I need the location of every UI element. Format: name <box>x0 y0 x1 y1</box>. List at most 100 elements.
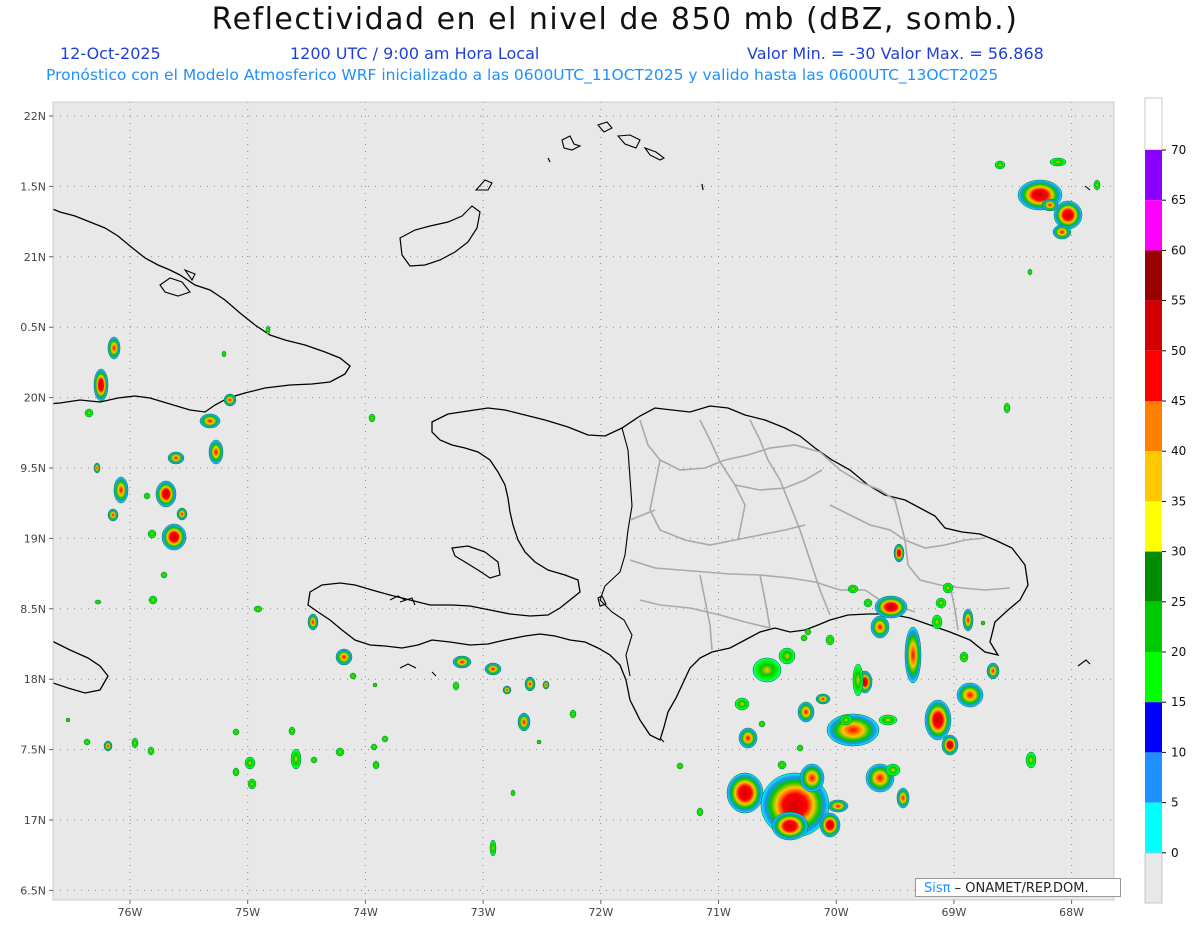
lat-tick-label: 7.5N <box>20 744 46 757</box>
reflectivity-cell <box>569 709 577 719</box>
reflectivity-cell <box>265 325 271 335</box>
colorbar: 7065605550454035302520151050 <box>1144 97 1186 904</box>
colorbar-label: 5 <box>1171 796 1179 810</box>
reflectivity-cell <box>148 595 158 605</box>
reflectivity-cell <box>131 737 139 749</box>
lat-tick-label: 21N <box>24 251 46 264</box>
reflectivity-cell <box>839 714 853 726</box>
reflectivity-cell <box>904 626 922 684</box>
reflectivity-cell <box>452 681 460 691</box>
lat-tick-label: 0.5N <box>20 321 46 334</box>
reflectivity-cell <box>980 620 986 626</box>
reflectivity-cell <box>885 763 901 777</box>
colorbar-label: 55 <box>1171 294 1186 308</box>
reflectivity-cell <box>870 615 890 639</box>
reflectivity-cell <box>777 760 787 770</box>
reflectivity-cell <box>986 662 1000 680</box>
reflectivity-cell <box>372 682 378 688</box>
reflectivity-cell <box>758 720 766 728</box>
colorbar-label: 70 <box>1171 143 1186 157</box>
reflectivity-cell <box>1041 198 1059 212</box>
reflectivity-cell <box>827 799 849 813</box>
lon-tick-label: 71W <box>706 906 731 919</box>
reflectivity-cell <box>752 657 782 683</box>
colorbar-swatch <box>1145 802 1162 853</box>
reflectivity-cell <box>1027 268 1033 276</box>
colorbar-swatch <box>1145 150 1162 201</box>
lon-tick-label: 76W <box>118 906 143 919</box>
reflectivity-cell <box>84 408 94 418</box>
reflectivity-cell <box>826 713 880 747</box>
reflectivity-cell <box>372 760 380 770</box>
reflectivity-cell <box>819 812 841 838</box>
colorbar-label: 30 <box>1171 545 1186 559</box>
reflectivity-cell <box>502 685 512 695</box>
lat-tick-label: 22N <box>24 110 46 123</box>
reflectivity-cell <box>734 697 750 711</box>
reflectivity-cell <box>825 634 835 646</box>
reflectivity-cell <box>804 628 812 636</box>
colorbar-swatch <box>1145 200 1162 251</box>
reflectivity-cell <box>863 598 873 608</box>
reflectivity-cell <box>208 439 224 465</box>
reflectivity-cell <box>247 778 257 790</box>
reflectivity-cell <box>778 647 796 665</box>
reflectivity-cell <box>65 717 71 723</box>
reflectivity-cell <box>874 595 908 619</box>
reflectivity-cell <box>935 597 947 609</box>
reflectivity-cell <box>942 582 954 594</box>
reflectivity-cell <box>878 714 898 726</box>
reflectivity-cell <box>726 772 764 814</box>
sispi-logo: Sisπ <box>924 881 951 896</box>
colorbar-label: 35 <box>1171 494 1186 508</box>
colorbar-label: 15 <box>1171 695 1186 709</box>
reflectivity-cell <box>797 701 815 723</box>
reflectivity-cell <box>1025 751 1037 769</box>
lon-tick-label: 73W <box>471 906 496 919</box>
colorbar-label: 25 <box>1171 595 1186 609</box>
lon-tick-label: 68W <box>1059 906 1084 919</box>
reflectivity-cell <box>147 529 157 539</box>
reflectivity-cell <box>223 393 237 407</box>
reflectivity-cell <box>738 727 758 749</box>
reflectivity-cell <box>221 350 227 358</box>
reflectivity-cell <box>167 451 185 465</box>
reflectivity-cell <box>199 413 221 429</box>
reflectivity-cell <box>1052 224 1072 240</box>
colorbar-swatch <box>1145 350 1162 401</box>
colorbar-swatch <box>1145 652 1162 703</box>
reflectivity-cell <box>799 763 825 793</box>
colorbar-swatch <box>1145 601 1162 652</box>
reflectivity-cell <box>253 605 263 613</box>
reflectivity-cell <box>1093 179 1101 191</box>
reflectivity-cell <box>510 789 516 797</box>
reflectivity-cell <box>113 476 129 504</box>
reflectivity-cell <box>1003 402 1011 414</box>
reflectivity-cell <box>452 655 472 669</box>
reflectivity-cell <box>696 807 704 817</box>
colorbar-swatch <box>1145 451 1162 502</box>
reflectivity-cell <box>815 693 831 705</box>
reflectivity-cell <box>893 543 905 563</box>
lat-tick-label: 8.5N <box>20 603 46 616</box>
reflectivity-cell <box>370 743 378 751</box>
lon-tick-label: 69W <box>941 906 966 919</box>
reflectivity-cell <box>107 336 121 360</box>
reflectivity-cell <box>83 738 91 746</box>
lat-tick-label: 17N <box>24 814 46 827</box>
lat-tick-label: 6.5N <box>20 884 46 897</box>
reflectivity-cell <box>107 508 119 522</box>
map-figure: 22N 1.5N 21N 0.5N 20N 9.5N 19N 8.5N 18N 7.5N 17N 6.… <box>20 97 1186 919</box>
lat-tick-label: 9.5N <box>20 462 46 475</box>
reflectivity-cell <box>771 811 809 841</box>
reflectivity-cell <box>800 634 808 642</box>
reflectivity-cell <box>93 462 101 474</box>
reflectivity-cell <box>232 728 240 736</box>
reflectivity-cell <box>959 651 969 663</box>
reflectivity-cell <box>924 699 952 741</box>
reflectivity-cell <box>484 662 502 676</box>
reflectivity-cell <box>349 672 357 680</box>
reflectivity-cell <box>994 160 1006 170</box>
reflectivity-cell <box>536 739 542 745</box>
reflectivity-cell <box>232 767 240 777</box>
